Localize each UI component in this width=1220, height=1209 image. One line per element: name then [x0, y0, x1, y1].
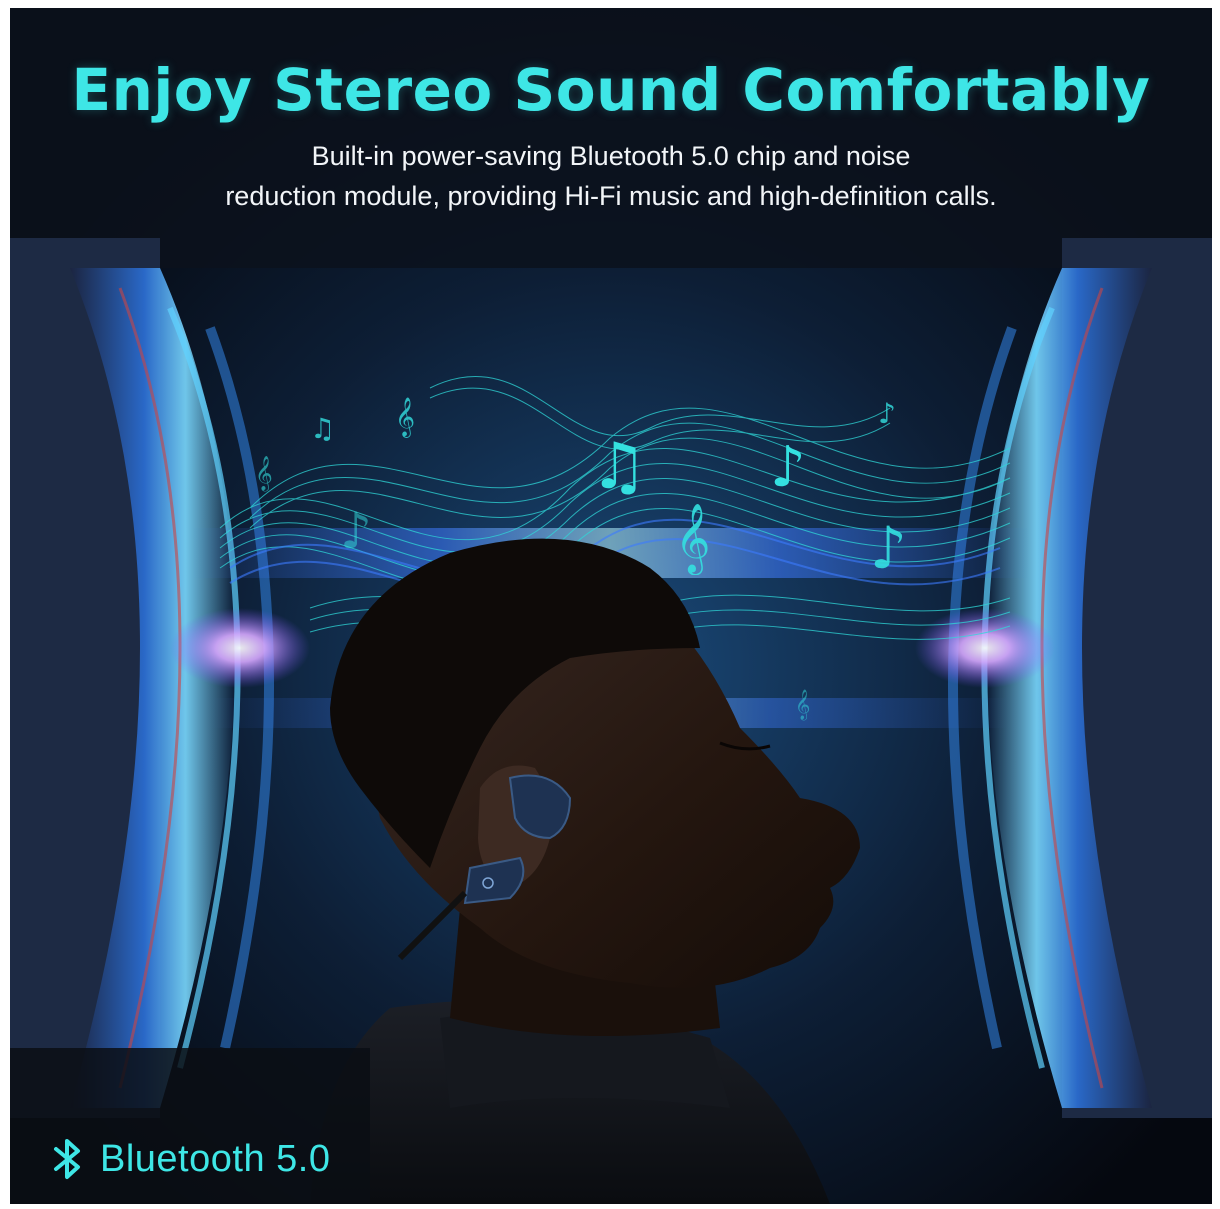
headline: Enjoy Stereo Sound Comfortably — [71, 56, 1151, 124]
svg-text:𝄞: 𝄞 — [395, 397, 415, 438]
svg-text:♪: ♪ — [770, 435, 806, 500]
subtext-line-1: Built-in power-saving Bluetooth 5.0 chip… — [311, 141, 911, 171]
bluetooth-label: Bluetooth 5.0 — [100, 1137, 331, 1180]
subtext: Built-in power-saving Bluetooth 5.0 chip… — [110, 136, 1112, 216]
svg-text:♪: ♪ — [870, 514, 907, 582]
bluetooth-badge: Bluetooth 5.0 — [48, 1128, 330, 1190]
svg-text:𝄞: 𝄞 — [675, 503, 710, 575]
svg-text:♫: ♫ — [590, 430, 647, 504]
subtext-line-2: reduction module, providing Hi-Fi music … — [225, 181, 997, 211]
svg-text:♫: ♫ — [310, 412, 335, 445]
svg-text:♪: ♪ — [878, 397, 896, 430]
svg-text:♪: ♪ — [340, 502, 372, 560]
bluetooth-icon — [48, 1135, 88, 1183]
svg-text:𝄞: 𝄞 — [795, 689, 810, 721]
product-image-frame: ♫ 𝄞 𝄞 ♫ ♪ 𝄞 ♪ ♪ ♪ 𝄞 Enjoy Stereo Sound C… — [10, 8, 1212, 1204]
svg-text:𝄞: 𝄞 — [255, 456, 273, 492]
